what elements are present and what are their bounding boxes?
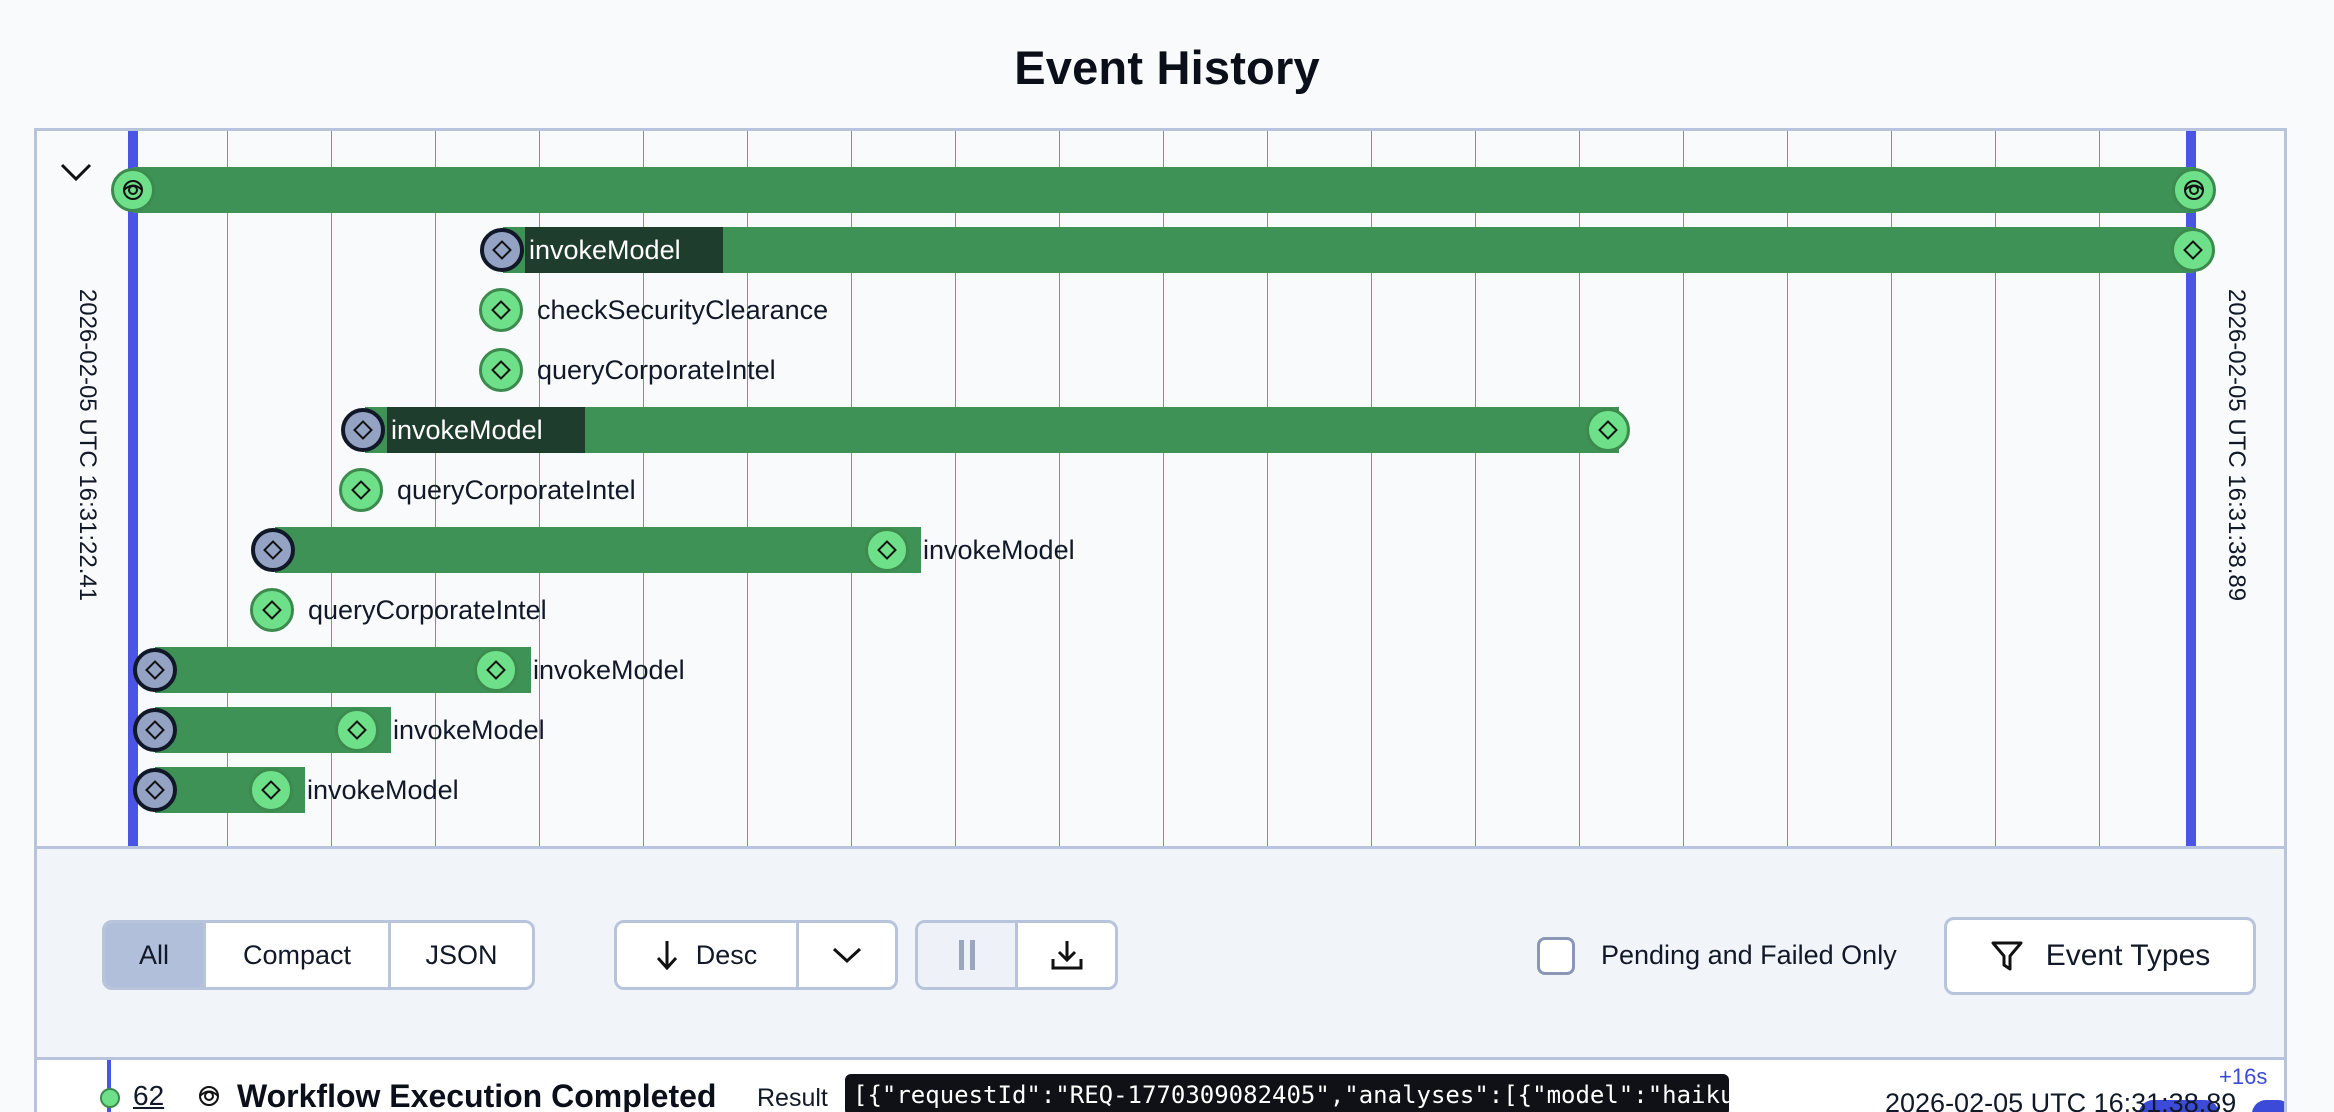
sort-label: Desc (695, 939, 758, 970)
activity-start-node[interactable] (133, 648, 177, 692)
timeline-end-time: 2026-02-05 UTC 16:31:38.89 (2223, 288, 2250, 602)
activity-icon (145, 720, 165, 740)
activity-label[interactable]: queryCorporateIntel (397, 467, 636, 513)
activity-start-node[interactable] (133, 708, 177, 752)
activity-end-node[interactable] (2171, 228, 2215, 272)
chevron-down-icon (832, 947, 862, 964)
activity-bar[interactable] (503, 227, 2193, 273)
activity-icon (261, 780, 281, 800)
activity-icon (347, 720, 367, 740)
event-title: Workflow Execution Completed (237, 1078, 717, 1112)
pause-icon (958, 940, 975, 970)
activity-icon (491, 300, 511, 320)
activity-label[interactable]: checkSecurityClearance (537, 287, 828, 333)
activity-icon (2183, 240, 2203, 260)
workflow-bar[interactable] (133, 167, 2195, 213)
result-label: Result (757, 1084, 828, 1112)
chevron-down-icon[interactable] (59, 161, 93, 183)
stream-controls (915, 920, 1118, 990)
page-title: Event History (1014, 41, 1320, 94)
activity-icon (1598, 420, 1618, 440)
event-timestamp: 2026-02-05 UTC 16:31:38.89 (1885, 1088, 2237, 1112)
event-types-label: Event Types (2045, 939, 2211, 972)
event-id-link[interactable]: 62 (133, 1080, 164, 1112)
pending-failed-label: Pending and Failed Only (1601, 940, 1897, 970)
activity-icon (492, 240, 512, 260)
activity-icon (486, 660, 506, 680)
activity-icon (262, 600, 282, 620)
activity-icon (491, 360, 511, 380)
activity-icon (145, 780, 165, 800)
activity-label[interactable]: queryCorporateIntel (537, 347, 776, 393)
workflow-end-node[interactable] (2172, 168, 2216, 212)
workflow-icon (123, 180, 143, 200)
result-value[interactable]: [{"requestId":"REQ-1770309082405","analy… (845, 1074, 1729, 1112)
pause-button[interactable] (918, 923, 1018, 987)
filter-icon (1991, 941, 2023, 971)
activity-icon (877, 540, 897, 560)
workflow-start-node[interactable] (111, 168, 155, 212)
view-mode-toggle: All Compact JSON (102, 920, 535, 990)
sort-button[interactable]: Desc (617, 923, 799, 987)
timeline-start-time: 2026-02-05 UTC 16:31:22.41 (74, 288, 101, 602)
workflow-icon (2184, 180, 2204, 200)
activity-start-node[interactable] (341, 408, 385, 452)
activity-end-node[interactable] (474, 648, 518, 692)
event-badge (2252, 1100, 2284, 1112)
table-row[interactable]: 62 Workflow Execution Completed Result [… (34, 1060, 2287, 1112)
tab-all[interactable]: All (105, 923, 206, 987)
activity-label[interactable]: invokeModel (533, 647, 685, 693)
activity-label[interactable]: invokeModel (307, 767, 459, 813)
sort-dropdown-button[interactable] (799, 923, 895, 987)
event-types-button[interactable]: Event Types (1944, 917, 2256, 995)
arrow-down-icon (656, 941, 677, 971)
activity-node[interactable] (479, 348, 523, 392)
activity-start-node[interactable] (480, 228, 524, 272)
event-status-dot (100, 1088, 120, 1108)
event-delta: +16s (2219, 1064, 2268, 1089)
activity-icon (145, 660, 165, 680)
activity-icon (263, 540, 283, 560)
activity-label[interactable]: invokeModel (393, 707, 545, 753)
activity-end-node[interactable] (1586, 408, 1630, 452)
activity-bar[interactable] (275, 527, 921, 573)
activity-node[interactable] (479, 288, 523, 332)
activity-label[interactable]: queryCorporateIntel (308, 587, 547, 633)
activity-end-node[interactable] (865, 528, 909, 572)
activity-icon (353, 420, 373, 440)
workflow-icon (199, 1086, 219, 1106)
activity-start-node[interactable] (133, 768, 177, 812)
pending-failed-checkbox[interactable] (1537, 937, 1575, 975)
activity-node[interactable] (250, 588, 294, 632)
activity-end-node[interactable] (249, 768, 293, 812)
activity-label[interactable]: invokeModel (923, 527, 1075, 573)
sort-control: Desc (614, 920, 898, 990)
activity-icon (351, 480, 371, 500)
download-icon (1051, 941, 1082, 970)
tab-compact[interactable]: Compact (206, 923, 391, 987)
download-button[interactable] (1018, 923, 1115, 987)
tab-json[interactable]: JSON (391, 923, 532, 987)
event-timeline: 2026-02-05 UTC 16:31:22.41 2026-02-05 UT… (34, 128, 2287, 846)
activity-end-node[interactable] (335, 708, 379, 752)
activity-label[interactable]: invokeModel (525, 227, 723, 273)
activity-start-node[interactable] (251, 528, 295, 572)
event-toolbar: All Compact JSON Desc Pending and Failed… (34, 846, 2287, 1060)
activity-node[interactable] (339, 468, 383, 512)
activity-label[interactable]: invokeModel (387, 407, 585, 453)
